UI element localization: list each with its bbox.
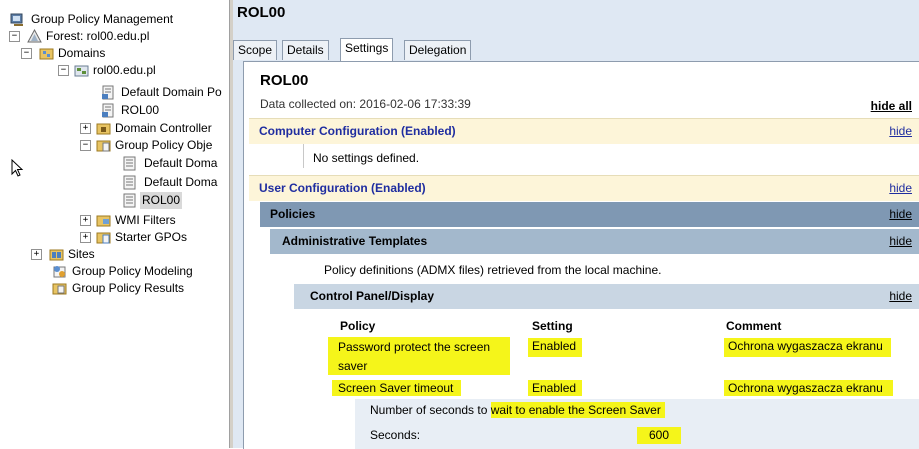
seconds-label: Seconds: (370, 428, 421, 442)
tree-item-label: ROL00 (140, 192, 183, 209)
settings-report: ROL00 Data collected on: 2016-02-06 17:3… (243, 61, 919, 449)
results-icon (52, 283, 67, 295)
collapse-toggle[interactable]: − (9, 31, 20, 42)
tab-settings[interactable]: Settings (340, 38, 394, 61)
tree-item-label: Forest: rol00.edu.pl (46, 29, 150, 43)
policy-comment: Ochrona wygaszacza ekranu (724, 338, 891, 357)
policy-comment: Ochrona wygaszacza ekranu (724, 380, 893, 396)
section-title: Control Panel/Display (310, 289, 435, 303)
section-title: Policies (270, 207, 316, 221)
domain-icon (74, 65, 89, 77)
tree-item-label: Domains (58, 46, 106, 60)
tree-item-label: Group Policy Obje (115, 138, 213, 152)
gpm-console-icon (10, 13, 23, 26)
hide-link[interactable]: hide (889, 119, 912, 144)
expand-toggle[interactable]: + (80, 232, 91, 243)
indent-guide (303, 144, 304, 168)
policy-name: Screen Saver timeout (332, 380, 462, 396)
administrative-templates-header[interactable]: Administrative Templates hide (270, 229, 919, 254)
gpo-link-icon (102, 85, 114, 100)
expand-toggle[interactable]: + (31, 249, 42, 260)
detail-prefix: Number of seconds to (370, 403, 491, 417)
sites-icon (49, 249, 64, 261)
policies-header[interactable]: Policies hide (260, 202, 919, 227)
user-configuration-header[interactable]: User Configuration (Enabled) hide (249, 175, 919, 201)
collapse-toggle[interactable]: − (58, 65, 69, 76)
computer-configuration-header[interactable]: Computer Configuration (Enabled) hide (249, 118, 919, 144)
gpo-icon (123, 193, 136, 208)
tab-details[interactable]: Details (282, 40, 329, 60)
modeling-icon (53, 266, 66, 278)
tab-delegation[interactable]: Delegation (404, 40, 472, 60)
collapse-toggle[interactable]: − (21, 48, 32, 59)
hide-link[interactable]: hide (889, 202, 912, 227)
tree-item-label: Starter GPOs (115, 230, 188, 244)
tab-scope[interactable]: Scope (233, 40, 278, 60)
hide-link[interactable]: hide (889, 176, 912, 201)
tree-item-label: Default Doma (144, 156, 218, 170)
gpo-icon (123, 175, 136, 190)
page-title: ROL00 (237, 4, 286, 21)
collapse-toggle[interactable]: − (80, 140, 91, 151)
data-collected-text: Data collected on: 2016-02-06 17:33:39 (260, 97, 471, 111)
tree-item-label: WMI Filters (115, 213, 176, 227)
report-title: ROL00 (260, 72, 309, 89)
console-tree: Group Policy Management − Forest: rol00.… (0, 0, 229, 448)
tree-item-label: Group Policy Results (72, 281, 185, 295)
admx-note-text: Policy definitions (ADMX files) retrieve… (324, 263, 662, 277)
column-header-policy: Policy (340, 319, 376, 333)
detail-highlight: wait to enable the Screen Saver (490, 402, 665, 418)
policy-name: Password protect the screen (338, 340, 491, 354)
detail-text: Number of seconds to wait to enable the … (370, 402, 665, 418)
wmi-folder-icon (96, 215, 111, 227)
ou-folder-icon (96, 123, 111, 135)
domains-folder-icon (39, 48, 54, 60)
tree-item-label: rol00.edu.pl (93, 63, 156, 77)
details-pane: ROL00 Scope Details Settings Delegation … (233, 0, 919, 449)
policy-name-continued: saver (338, 359, 368, 373)
column-header-setting: Setting (532, 319, 573, 333)
starter-folder-icon (96, 232, 111, 244)
hide-link[interactable]: hide (889, 284, 912, 309)
hide-link[interactable]: hide (889, 229, 912, 254)
tree-item-label: Default Domain Po (121, 85, 222, 99)
policy-setting: Enabled (528, 380, 583, 396)
column-header-comment: Comment (726, 319, 782, 333)
tree-item-label: Group Policy Modeling (72, 264, 193, 278)
expand-toggle[interactable]: + (80, 215, 91, 226)
tree-item-label: Group Policy Management (31, 12, 174, 26)
seconds-value: 600 (637, 427, 682, 444)
policy-setting: Enabled (528, 338, 583, 357)
hide-all-link[interactable]: hide all (871, 99, 912, 113)
expand-toggle[interactable]: + (80, 123, 91, 134)
section-title: Computer Configuration (Enabled) (259, 124, 456, 138)
no-settings-text: No settings defined. (313, 151, 420, 165)
section-title: Administrative Templates (282, 234, 428, 248)
mouse-cursor-icon (11, 159, 24, 177)
forest-icon (27, 29, 42, 43)
control-panel-display-header[interactable]: Control Panel/Display hide (294, 284, 919, 309)
policy-detail-box: Number of seconds to wait to enable the … (355, 399, 919, 449)
tree-item-label: Sites (68, 247, 95, 261)
section-title: User Configuration (Enabled) (259, 181, 426, 195)
gpo-link-icon (102, 103, 114, 118)
gpo-folder-icon (96, 140, 111, 152)
tree-item-label: ROL00 (121, 103, 160, 117)
tree-item-label: Default Doma (144, 175, 218, 189)
tab-strip: Scope Details Settings Delegation (233, 38, 919, 61)
tree-item-label: Domain Controller (115, 121, 212, 135)
gpo-icon (123, 156, 136, 171)
